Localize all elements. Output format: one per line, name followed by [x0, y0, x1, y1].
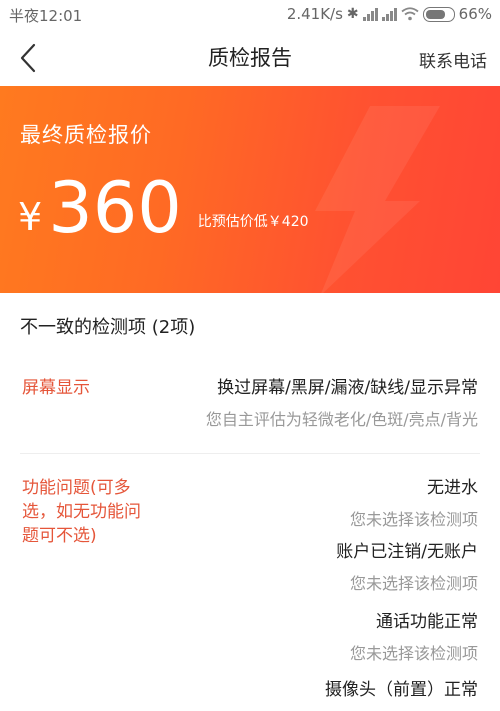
- category-label: 屏幕显示: [22, 378, 90, 398]
- price-row: ¥ 360 比预估价低￥420: [18, 171, 309, 245]
- status-bar: 半夜12:01 2.41K/s ✱ 66%: [0, 0, 500, 30]
- signal-icon: [362, 7, 378, 21]
- inspection-item: 账户已注销/无账户 您未选择该检测项: [336, 540, 478, 596]
- status-icons: 2.41K/s ✱ 66%: [287, 5, 492, 23]
- inconsistent-items-header: 不一致的检测项 (2项): [20, 317, 196, 338]
- inspection-result: 通话功能正常: [376, 612, 478, 632]
- self-evaluation: 您自主评估为轻微老化/色斑/亮点/背光: [205, 410, 478, 429]
- status-time: 半夜12:01: [9, 7, 83, 25]
- category-label: 功能问题(可多选，如无功能问题可不选): [22, 478, 141, 546]
- inspection-result: 换过屏幕/黑屏/漏液/缺线/显示异常: [217, 378, 478, 398]
- battery-icon: [422, 6, 455, 22]
- price-compare-text: 比预估价低￥420: [197, 214, 309, 230]
- bluetooth-icon: ✱: [346, 6, 359, 22]
- currency-symbol: ¥: [18, 195, 43, 239]
- inspection-item: 无进水 您未选择该检测项: [350, 476, 478, 532]
- price-banner: 最终质检报价 ¥ 360 比预估价低￥420: [0, 86, 500, 293]
- divider: [20, 453, 480, 454]
- inspection-result: 账户已注销/无账户: [336, 542, 478, 562]
- network-speed: 2.41K/s: [286, 5, 343, 23]
- self-evaluation: 您未选择该检测项: [349, 510, 478, 529]
- inspection-group-screen: 屏幕显示 换过屏幕/黑屏/漏液/缺线/显示异常 您自主评估为轻微老化/色斑/亮点…: [0, 370, 500, 452]
- inspection-item: 通话功能正常 您未选择该检测项: [350, 610, 478, 666]
- inspection-result: 摄像头（前置）正常: [325, 680, 478, 700]
- final-price: 360: [48, 167, 182, 249]
- inspection-item: 换过屏幕/黑屏/漏液/缺线/显示异常 您自主评估为轻微老化/色斑/亮点/背光: [206, 376, 478, 432]
- inspection-item: 摄像头（前置）正常: [325, 678, 478, 702]
- inspection-group-function: 功能问题(可多选，如无功能问题可不选) 无进水 您未选择该检测项 账户已注销/无…: [0, 470, 500, 711]
- self-evaluation: 您未选择该检测项: [349, 574, 478, 593]
- wifi-icon: [401, 7, 419, 21]
- contact-phone-button[interactable]: 联系电话: [419, 47, 487, 72]
- final-price-label: 最终质检报价: [20, 123, 152, 147]
- nav-bar: 质检报告 联系电话: [0, 30, 500, 86]
- self-evaluation: 您未选择该检测项: [349, 644, 478, 663]
- battery-percent: 66%: [458, 5, 492, 23]
- inspection-result: 无进水: [427, 478, 478, 498]
- signal-icon: [381, 7, 397, 21]
